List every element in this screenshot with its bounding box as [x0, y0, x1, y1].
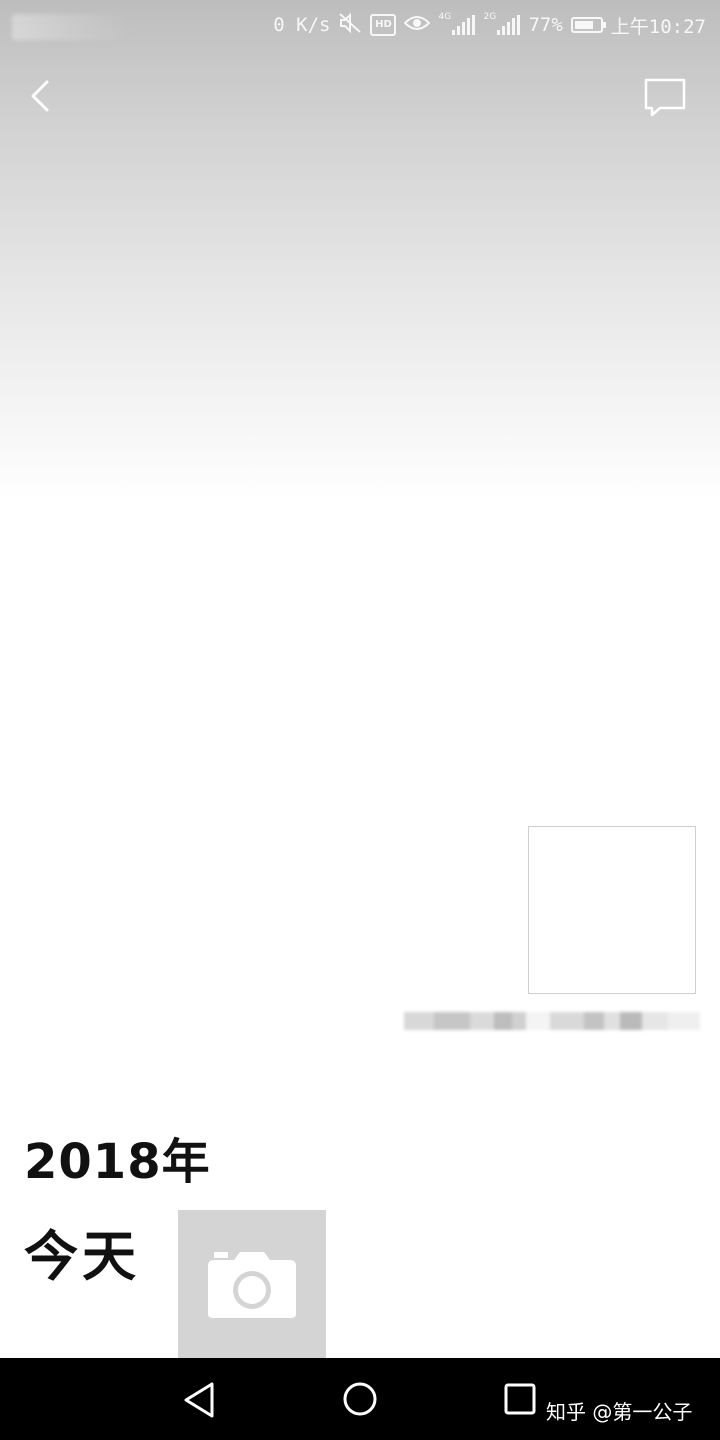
- today-label: 今天: [24, 1225, 140, 1288]
- net-speed: 0 K/s: [273, 14, 331, 36]
- circle-home-icon: [343, 1382, 377, 1416]
- square-recents-icon: [504, 1383, 536, 1415]
- nickname-blurred: [404, 1008, 700, 1034]
- nav-recents-button[interactable]: [498, 1378, 542, 1422]
- battery-fill: [574, 21, 593, 29]
- avatar[interactable]: [528, 826, 696, 994]
- moments-screen: 0 K/s HD 4G 2G 77% 上午10:27 2018年 今天 知乎 @…: [0, 0, 720, 1440]
- chevron-left-icon: [31, 80, 49, 112]
- speech-bubble-icon: [644, 78, 686, 117]
- battery-icon: [570, 17, 606, 33]
- camera-icon: [208, 1252, 296, 1318]
- comment-button[interactable]: [642, 74, 690, 122]
- year-label: 2018年: [24, 1134, 211, 1190]
- status-indicators: 0 K/s HD 4G 2G 77% 上午10:27: [273, 10, 706, 40]
- signal-4g-icon: 4G: [438, 12, 476, 35]
- signal-2g-icon: 2G: [483, 12, 521, 35]
- signal-2g-label: 2G: [483, 12, 497, 22]
- cover-image[interactable]: [0, 0, 720, 500]
- status-bar: 0 K/s HD 4G 2G 77% 上午10:27: [0, 0, 720, 50]
- hd-icon: HD: [370, 14, 397, 36]
- back-button[interactable]: [18, 72, 66, 120]
- mute-icon: [338, 12, 362, 39]
- carrier-name-blurred: [12, 14, 132, 40]
- eye-icon: [404, 14, 431, 37]
- battery-percent: 77%: [528, 14, 563, 36]
- signal-4g-label: 4G: [438, 12, 452, 22]
- nav-back-button[interactable]: [176, 1378, 224, 1422]
- nav-home-button[interactable]: [336, 1375, 384, 1423]
- clock: 上午10:27: [610, 15, 706, 38]
- triangle-back-icon: [184, 1382, 214, 1418]
- add-photo-button[interactable]: [178, 1210, 326, 1358]
- zhihu-watermark: 知乎 @第一公子: [546, 1400, 693, 1424]
- system-nav-bar: 知乎 @第一公子: [0, 1358, 720, 1440]
